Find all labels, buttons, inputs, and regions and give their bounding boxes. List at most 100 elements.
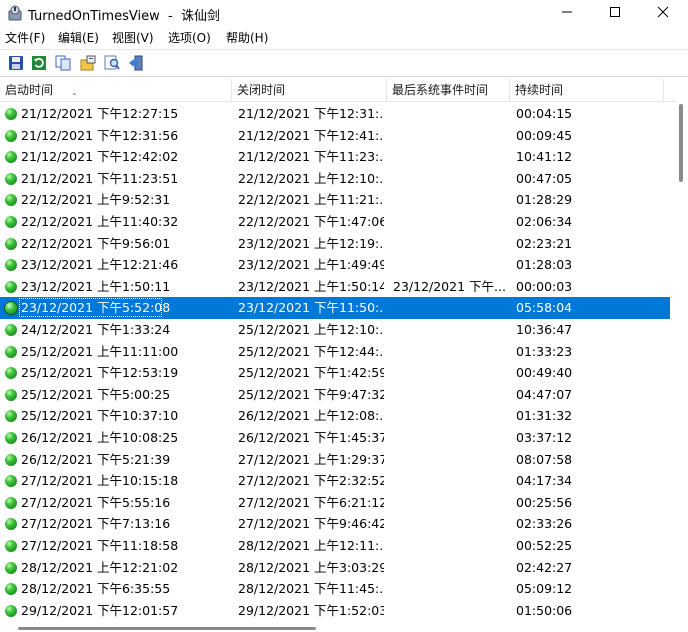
cell-start-time: 22/12/2021 上午11:40:32 bbox=[21, 214, 179, 229]
close-button[interactable] bbox=[640, 0, 686, 26]
cell-start-time: 21/12/2021 下午12:42:02 bbox=[21, 149, 179, 165]
cell-last-event-time bbox=[393, 600, 505, 622]
horizontal-scrollbar[interactable] bbox=[0, 624, 676, 632]
menu-help[interactable]: 帮助(H) bbox=[226, 29, 268, 46]
table-row[interactable]: 21/12/2021 下午12:31:56 21/12/2021 下午12:41:… bbox=[0, 125, 670, 147]
cell-duration: 01:50:06 bbox=[516, 602, 573, 618]
properties-icon bbox=[80, 55, 96, 74]
table-row[interactable]: 21/12/2021 下午12:42:02 21/12/2021 下午11:23:… bbox=[0, 146, 670, 168]
table-row[interactable]: 23/12/2021 下午5:52:08 23/12/2021 下午11:50:.… bbox=[0, 297, 670, 319]
menu-view[interactable]: 视图(V) bbox=[112, 29, 154, 46]
status-ball-icon bbox=[5, 280, 17, 293]
cell-shutdown-time: 25/12/2021 下午1:42:59 bbox=[238, 365, 384, 381]
cell-shutdown-time: 22/12/2021 上午12:10:... bbox=[238, 170, 384, 186]
status-ball-icon bbox=[5, 432, 17, 444]
table-row[interactable]: 23/12/2021 上午12:21:46 23/12/2021 上午1:49:4… bbox=[0, 254, 670, 276]
cell-start-time: 26/12/2021 下午5:21:39 bbox=[21, 451, 171, 467]
table-row[interactable]: 24/12/2021 下午1:33:24 25/12/2021 上午12:10:.… bbox=[0, 319, 670, 341]
menu-file[interactable]: 文件(F) bbox=[5, 29, 45, 46]
status-ball-icon bbox=[5, 216, 17, 228]
cell-start-time: 28/12/2021 上午12:21:02 bbox=[21, 559, 179, 575]
vertical-scroll-thumb[interactable] bbox=[679, 104, 683, 182]
table-row[interactable]: 22/12/2021 上午11:40:32 22/12/2021 下午1:47:0… bbox=[0, 211, 670, 233]
table-row[interactable]: 26/12/2021 下午5:21:39 27/12/2021 上午1:29:37… bbox=[0, 449, 670, 471]
cell-start-time: 29/12/2021 下午12:01:57 bbox=[21, 602, 179, 618]
menu-options[interactable]: 选项(O) bbox=[168, 29, 211, 46]
vertical-scrollbar[interactable] bbox=[676, 97, 688, 617]
cell-last-event-time bbox=[393, 233, 505, 255]
cell-last-event-time bbox=[393, 578, 505, 600]
table-row[interactable]: 22/12/2021 下午9:56:01 23/12/2021 上午12:19:.… bbox=[0, 233, 670, 255]
table-row[interactable]: 25/12/2021 下午5:00:25 25/12/2021 下午9:47:32… bbox=[0, 384, 670, 406]
cell-shutdown-time: 22/12/2021 上午11:21:... bbox=[238, 192, 384, 208]
status-ball-icon bbox=[5, 496, 17, 509]
cell-start-time: 21/12/2021 下午12:27:15 bbox=[21, 106, 179, 121]
status-ball-icon bbox=[5, 194, 17, 207]
copy-button[interactable] bbox=[53, 54, 73, 74]
minimize-button[interactable] bbox=[544, 0, 590, 26]
cell-start-time: 21/12/2021 下午11:23:51 bbox=[21, 170, 179, 186]
cell-start-time: 22/12/2021 下午9:56:01 bbox=[21, 235, 171, 251]
table-row[interactable]: 27/12/2021 下午7:13:16 27/12/2021 下午9:46:42… bbox=[0, 513, 670, 535]
exit-button[interactable] bbox=[126, 54, 146, 74]
column-header-last-event-time[interactable]: 最后系统事件时间 bbox=[387, 79, 510, 102]
copy-icon bbox=[55, 55, 71, 74]
cell-last-event-time bbox=[393, 513, 505, 535]
cell-shutdown-time: 23/12/2021 下午11:50:... bbox=[238, 300, 384, 316]
cell-duration: 00:04:15 bbox=[516, 106, 573, 121]
status-ball-icon bbox=[5, 151, 17, 164]
minimize-icon bbox=[561, 6, 573, 21]
cell-last-event-time bbox=[393, 470, 505, 492]
cell-last-event-time bbox=[393, 254, 505, 276]
table-row[interactable]: 22/12/2021 上午9:52:31 22/12/2021 上午11:21:.… bbox=[0, 189, 670, 211]
cell-shutdown-time: 27/12/2021 下午2:32:52 bbox=[238, 473, 384, 489]
times-list[interactable]: 启动时间 ⌃ 关闭时间 最后系统事件时间 持续时间 21/12/2021 下午1… bbox=[0, 79, 688, 632]
cell-start-time: 25/12/2021 下午12:53:19 bbox=[21, 365, 179, 381]
cell-shutdown-time: 28/12/2021 下午11:45:... bbox=[238, 581, 384, 597]
cell-shutdown-time: 22/12/2021 下午1:47:06 bbox=[238, 214, 384, 229]
table-row[interactable]: 27/12/2021 下午5:55:16 27/12/2021 下午6:21:12… bbox=[0, 492, 670, 514]
cell-shutdown-time: 27/12/2021 下午6:21:12 bbox=[238, 494, 384, 510]
find-button[interactable] bbox=[102, 54, 122, 74]
table-row[interactable]: 28/12/2021 上午12:21:02 28/12/2021 上午3:03:2… bbox=[0, 557, 670, 579]
list-header: 启动时间 ⌃ 关闭时间 最后系统事件时间 持续时间 bbox=[0, 79, 676, 102]
table-row[interactable]: 25/12/2021 下午10:37:10 26/12/2021 上午12:08:… bbox=[0, 405, 670, 427]
refresh-button[interactable] bbox=[29, 54, 49, 74]
cell-duration: 01:28:29 bbox=[516, 192, 573, 208]
cell-shutdown-time: 26/12/2021 上午12:08:... bbox=[238, 408, 384, 424]
cell-duration: 02:06:34 bbox=[516, 214, 573, 229]
cell-last-event-time bbox=[393, 492, 505, 514]
cell-last-event-time bbox=[393, 125, 505, 147]
cell-start-time: 25/12/2021 下午10:37:10 bbox=[21, 408, 179, 424]
column-header-start-time[interactable]: 启动时间 ⌃ bbox=[0, 79, 232, 102]
column-header-shutdown-time[interactable]: 关闭时间 bbox=[232, 79, 387, 102]
menu-edit[interactable]: 编辑(E) bbox=[58, 29, 99, 46]
status-ball-icon bbox=[5, 561, 17, 574]
table-row[interactable]: 25/12/2021 上午11:11:00 25/12/2021 下午12:44:… bbox=[0, 341, 670, 363]
cell-duration: 01:28:03 bbox=[516, 257, 573, 273]
cell-start-time: 24/12/2021 下午1:33:24 bbox=[21, 322, 171, 337]
table-row[interactable]: 25/12/2021 下午12:53:19 25/12/2021 下午1:42:5… bbox=[0, 362, 670, 384]
cell-duration: 05:09:12 bbox=[516, 581, 573, 597]
maximize-button[interactable] bbox=[592, 0, 638, 26]
table-row[interactable]: 28/12/2021 下午6:35:55 28/12/2021 下午11:45:.… bbox=[0, 578, 670, 600]
save-button[interactable] bbox=[6, 54, 26, 74]
table-row[interactable]: 21/12/2021 下午11:23:51 22/12/2021 上午12:10:… bbox=[0, 168, 670, 190]
horizontal-scroll-thumb[interactable] bbox=[18, 627, 316, 630]
title-bar: TurnedOnTimesView - 诛仙剑 bbox=[0, 0, 688, 26]
cell-last-event-time bbox=[393, 405, 505, 427]
cell-duration: 05:58:04 bbox=[516, 300, 573, 316]
column-header-duration[interactable]: 持续时间 bbox=[510, 79, 664, 102]
cell-last-event-time bbox=[393, 103, 505, 125]
table-row[interactable]: 27/12/2021 上午10:15:18 27/12/2021 下午2:32:5… bbox=[0, 470, 670, 492]
status-ball-icon bbox=[5, 172, 17, 185]
cell-shutdown-time: 28/12/2021 上午12:11:... bbox=[238, 538, 384, 553]
table-row[interactable]: 26/12/2021 上午10:08:25 26/12/2021 下午1:45:3… bbox=[0, 427, 670, 449]
table-row[interactable]: 23/12/2021 上午1:50:11 23/12/2021 上午1:50:14… bbox=[0, 276, 670, 298]
table-row[interactable]: 27/12/2021 下午11:18:58 28/12/2021 上午12:11:… bbox=[0, 535, 670, 557]
table-row[interactable]: 29/12/2021 下午12:01:57 29/12/2021 下午1:52:0… bbox=[0, 600, 670, 622]
properties-button[interactable] bbox=[78, 54, 98, 74]
table-row[interactable]: 21/12/2021 下午12:27:15 21/12/2021 下午12:31:… bbox=[0, 103, 670, 125]
cell-start-time: 27/12/2021 下午5:55:16 bbox=[21, 494, 171, 510]
cell-start-time: 26/12/2021 上午10:08:25 bbox=[21, 430, 179, 445]
